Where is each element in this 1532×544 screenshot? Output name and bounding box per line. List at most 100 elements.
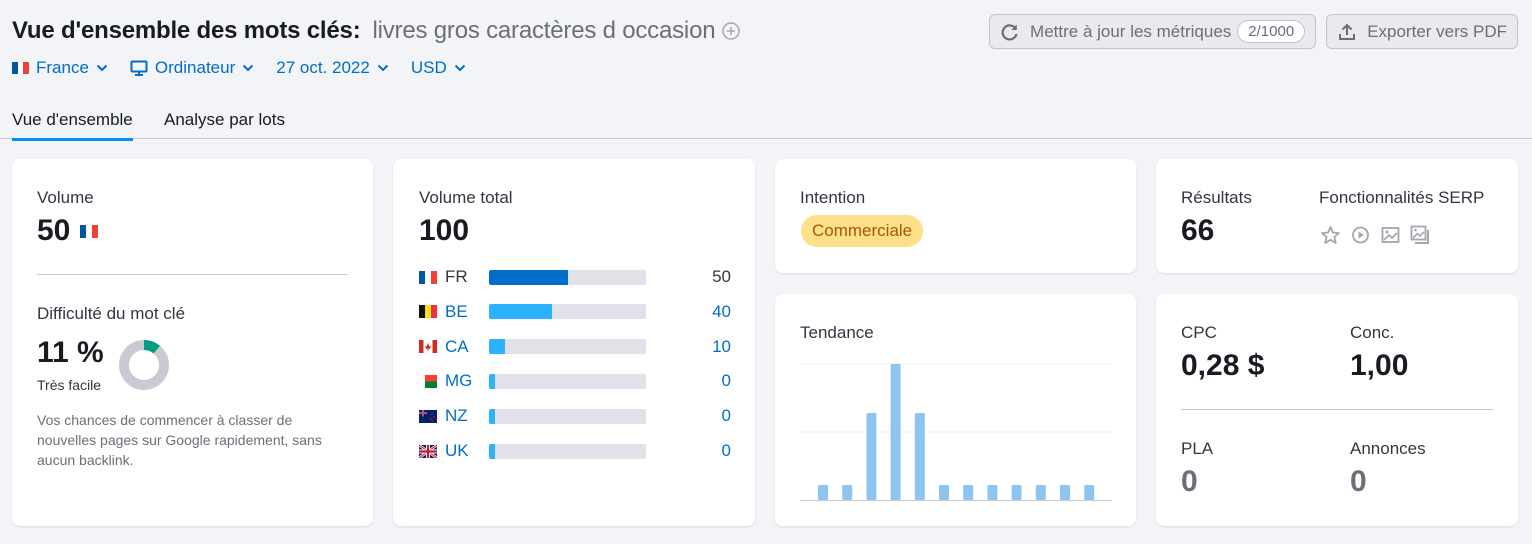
france-flag-icon	[12, 62, 30, 74]
difficulty-label: Difficulté du mot clé	[37, 304, 186, 323]
monitor-icon	[130, 60, 148, 76]
country-selector[interactable]: France	[12, 58, 108, 78]
competition-value: 1,00	[1350, 349, 1409, 382]
country-row-ca: CA 10	[419, 337, 731, 357]
update-quota-badge: 2/1000	[1237, 20, 1306, 43]
filter-bar: France Ordinateur 27 oct. 2022 USD	[12, 58, 488, 78]
video-play-icon[interactable]	[1350, 225, 1371, 245]
tab-bar: Vue d'ensemble Analyse par lots	[0, 100, 1532, 141]
trend-bar-2[interactable]	[842, 485, 853, 500]
country-code[interactable]: MG	[445, 371, 489, 391]
chevron-down-icon	[454, 64, 465, 72]
country-volume-value[interactable]: 0	[722, 371, 731, 391]
country-volume-fill	[489, 443, 496, 459]
ads-value: 0	[1350, 465, 1367, 498]
image-pack-icon[interactable]	[1410, 225, 1431, 245]
trend-bar-7[interactable]	[963, 485, 974, 500]
volume-value: 50	[37, 214, 71, 247]
country-volume-bar	[489, 443, 646, 459]
trend-bar-12[interactable]	[1084, 485, 1095, 500]
update-metrics-label: Mettre à jour les métriques	[1030, 21, 1232, 41]
divider	[1181, 409, 1493, 410]
cpc-label: CPC	[1181, 323, 1217, 342]
country-label: France	[36, 58, 89, 77]
ads-label: Annonces	[1350, 439, 1426, 458]
total-volume-label: Volume total	[419, 188, 513, 207]
chevron-down-icon	[243, 64, 254, 72]
tab-batch-analysis[interactable]: Analyse par lots	[164, 110, 285, 138]
export-pdf-button[interactable]: Exporter vers PDF	[1326, 14, 1518, 49]
currency-label: USD	[410, 58, 447, 77]
trend-bar-8[interactable]	[987, 485, 998, 500]
country-volume-fill	[489, 373, 496, 389]
flag-fr-icon	[419, 270, 437, 284]
country-volume-value[interactable]: 0	[722, 406, 731, 426]
difficulty-description: Vos chances de commencer à classer de no…	[37, 412, 322, 468]
header-actions: Mettre à jour les métriques 2/1000 Expor…	[989, 14, 1518, 49]
country-volume-value[interactable]: 10	[712, 337, 731, 357]
trend-bar-11[interactable]	[1060, 485, 1070, 500]
flag-be-icon	[419, 305, 437, 319]
country-row-nz: NZ 0	[419, 406, 731, 426]
country-code[interactable]: BE	[445, 302, 489, 322]
country-volume-bar	[489, 408, 646, 424]
volume-value-row: 50	[37, 214, 99, 248]
country-volume-fill	[489, 269, 568, 285]
country-volume-value: 50	[712, 267, 731, 286]
difficulty-donut	[119, 340, 169, 390]
country-volume-bar	[489, 304, 646, 320]
device-selector[interactable]: Ordinateur	[130, 58, 254, 78]
country-code[interactable]: NZ	[445, 406, 489, 426]
country-volume-value[interactable]: 40	[712, 302, 731, 322]
difficulty-value: 11 %	[37, 336, 104, 369]
pla-label: PLA	[1181, 439, 1214, 458]
device-label: Ordinateur	[154, 58, 236, 77]
results-value: 66	[1181, 214, 1215, 247]
plus-circle-icon[interactable]	[721, 21, 741, 41]
volume-label: Volume	[37, 188, 94, 207]
export-pdf-label: Exporter vers PDF	[1367, 21, 1507, 41]
country-volume-value[interactable]: 0	[722, 441, 731, 461]
trend-bar-3[interactable]	[866, 412, 877, 500]
france-flag-icon	[80, 224, 99, 238]
results-card: Résultats 66 Fonctionnalités SERP	[1156, 159, 1518, 273]
flag-mg-icon	[419, 374, 437, 388]
intent-badge: Commerciale	[801, 215, 924, 247]
star-icon[interactable]	[1320, 225, 1341, 245]
pla-value: 0	[1181, 465, 1198, 498]
flag-nz-icon	[419, 409, 437, 423]
date-selector[interactable]: 27 oct. 2022	[276, 58, 389, 78]
difficulty-level: Très facile	[37, 377, 102, 393]
divider	[37, 274, 348, 275]
image-icon[interactable]	[1380, 225, 1401, 245]
cpc-card: CPC 0,28 $ Conc. 1,00 PLA 0 Annonces 0	[1156, 294, 1518, 526]
trend-bar-5[interactable]	[914, 412, 925, 500]
country-row-be: BE 40	[419, 302, 731, 322]
total-volume-card: Volume total 100 FR 50 BE 40 CA 10 MG 0 NZ 0 UK 0	[393, 159, 755, 526]
country-volume-bar	[489, 373, 646, 389]
serp-features-label: Fonctionnalités SERP	[1319, 188, 1485, 207]
trend-bar-4[interactable]	[890, 364, 901, 500]
country-code[interactable]: UK	[445, 441, 489, 461]
refresh-icon	[1001, 23, 1018, 40]
volume-difficulty-card: Volume 50 Difficulté du mot clé 11 % Trè…	[12, 159, 373, 526]
update-metrics-button[interactable]: Mettre à jour les métriques 2/1000	[989, 14, 1317, 49]
trend-bar-9[interactable]	[1011, 485, 1022, 500]
keyword-title: livres gros caractères d occasion	[372, 17, 716, 44]
country-code[interactable]: CA	[445, 337, 489, 357]
country-volume-fill	[489, 304, 552, 320]
flag-ca-icon	[419, 340, 437, 354]
cpc-value: 0,28 $	[1181, 349, 1265, 382]
results-label: Résultats	[1181, 188, 1252, 207]
upload-icon	[1339, 23, 1356, 40]
country-code: FR	[445, 267, 468, 286]
trend-bar-1[interactable]	[818, 485, 828, 500]
flag-uk-icon	[419, 444, 437, 458]
trend-bar-6[interactable]	[939, 485, 949, 500]
currency-selector[interactable]: USD	[411, 58, 466, 78]
date-label: 27 oct. 2022	[276, 58, 370, 77]
country-row-fr: FR 50	[419, 267, 731, 287]
tab-overview[interactable]: Vue d'ensemble	[12, 110, 133, 141]
trend-bar-10[interactable]	[1035, 485, 1046, 500]
trend-card: Tendance	[775, 294, 1136, 526]
